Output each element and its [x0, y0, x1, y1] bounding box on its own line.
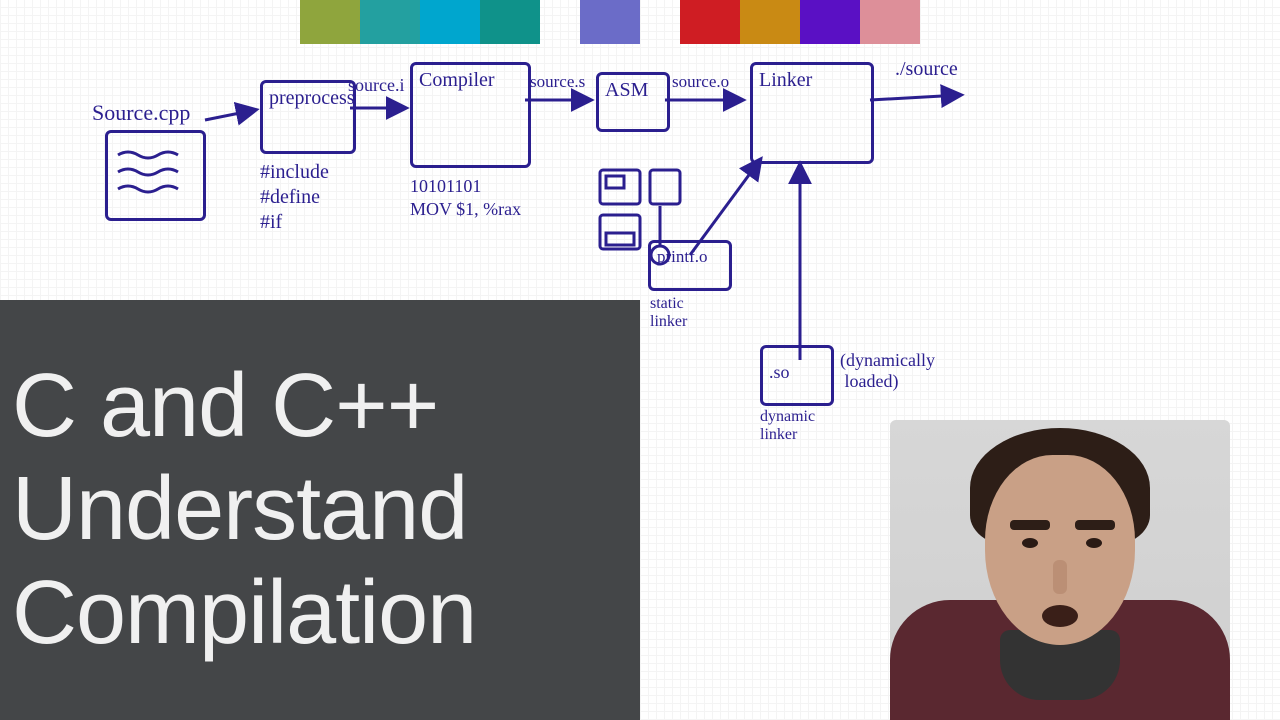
node-preprocess-label: preprocess — [263, 83, 353, 114]
title-line: Compilation — [12, 563, 476, 663]
node-printf-o-label: printf.o — [651, 243, 729, 271]
swatch — [860, 0, 920, 44]
swatch — [480, 0, 540, 44]
node-preprocess: preprocess — [260, 80, 356, 154]
swatch — [640, 0, 680, 44]
node-linker: Linker — [750, 62, 874, 164]
node-linker-label: Linker — [753, 65, 871, 96]
swatch — [800, 0, 860, 44]
notes-dynamic-linker: dynamic linker — [760, 408, 815, 443]
notes-static-linker: static linker — [650, 295, 687, 330]
node-compiler-label: Compiler — [413, 65, 528, 96]
swatch — [360, 0, 420, 44]
notes-preprocess: #include #define #if — [260, 160, 329, 235]
title-line: Understand — [12, 459, 467, 559]
edge-label-source-s: source.s — [530, 72, 585, 92]
edge-label-source-i: source.i — [348, 75, 404, 96]
notes-dynamically-loaded: (dynamically loaded) — [840, 350, 935, 391]
node-compiler: Compiler — [410, 62, 531, 168]
video-title-text: C and C++ Understand Compilation — [0, 355, 476, 666]
node-so: .so — [760, 345, 834, 406]
title-line: C and C++ — [12, 356, 438, 456]
node-asm: ASM — [596, 72, 670, 132]
swatch — [300, 0, 360, 44]
node-printf-o: printf.o — [648, 240, 732, 291]
swatch — [680, 0, 740, 44]
swatch — [420, 0, 480, 44]
node-source-file — [105, 130, 206, 221]
notes-compiler: 10101101 MOV $1, %rax — [410, 175, 521, 220]
video-title-overlay: C and C++ Understand Compilation — [0, 300, 640, 720]
color-swatch-bar — [300, 0, 920, 44]
edge-label-source-o: source.o — [672, 72, 729, 92]
node-so-label: .so — [763, 348, 831, 387]
node-asm-label: ASM — [599, 75, 667, 106]
presenter-webcam — [890, 420, 1230, 720]
swatch — [540, 0, 580, 44]
label-source-cpp: Source.cpp — [92, 100, 190, 126]
edge-label-exec: ./source — [895, 58, 958, 81]
swatch — [580, 0, 640, 44]
swatch — [740, 0, 800, 44]
